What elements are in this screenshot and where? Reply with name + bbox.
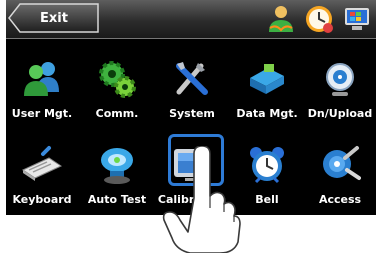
menu-item-label: Auto Test: [87, 193, 147, 206]
monitor-icon: [342, 4, 372, 34]
top-bar: Exit: [6, 0, 376, 39]
menu-item-dn-upload[interactable]: Dn/Upload: [303, 50, 376, 130]
menu-item-label: User Mgt.: [11, 107, 73, 120]
gears-icon: [96, 58, 138, 100]
alarm-clock-icon: [246, 144, 288, 186]
tools-icon: [171, 58, 213, 100]
pointing-hand-icon: [150, 145, 250, 254]
autotest-icon: [96, 144, 138, 186]
users-icon: [21, 58, 63, 100]
disc-icon: [319, 58, 361, 100]
keys-icon: [319, 144, 361, 186]
menu-item-label: Data Mgt.: [236, 107, 298, 120]
menu-item-user-mgt[interactable]: User Mgt.: [6, 50, 79, 130]
menu-item-label: System: [169, 107, 215, 120]
menu-item-comm[interactable]: Comm.: [80, 50, 154, 130]
menu-item-data-mgt[interactable]: Data Mgt.: [230, 50, 304, 130]
menu-item-label: Comm.: [95, 107, 139, 120]
clock-icon: [304, 4, 334, 34]
exit-button[interactable]: Exit: [8, 3, 99, 33]
menu-item-label: Dn/Upload: [307, 107, 373, 120]
menu-item-label: Access: [318, 193, 362, 206]
menu-item-keyboard[interactable]: Keyboard: [6, 136, 79, 215]
menu-item-access[interactable]: Access: [303, 136, 376, 215]
database-icon: [246, 58, 288, 100]
exit-label: Exit: [40, 11, 68, 26]
user-status-icon: [266, 4, 296, 34]
menu-item-auto-test[interactable]: Auto Test: [80, 136, 154, 215]
menu-item-label: Keyboard: [12, 193, 72, 206]
menu-item-system[interactable]: System: [155, 50, 229, 130]
keyboard-icon: [21, 144, 63, 186]
